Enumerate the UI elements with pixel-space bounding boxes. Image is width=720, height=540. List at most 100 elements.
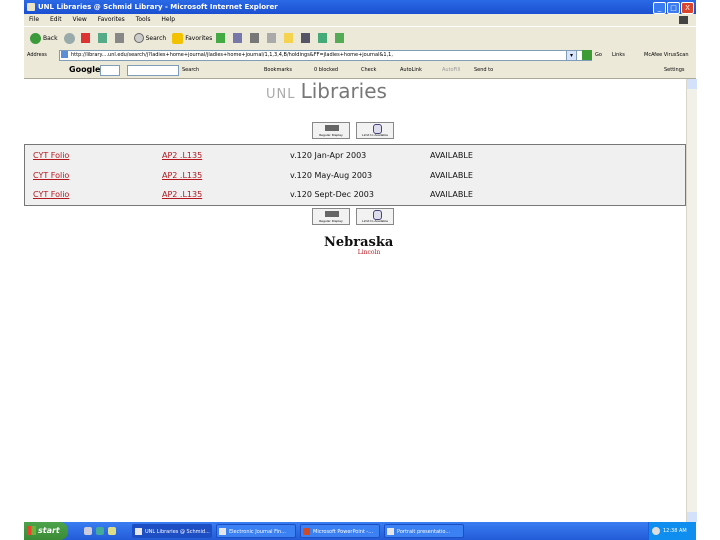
ie-icon bbox=[27, 3, 35, 11]
google-search-input[interactable] bbox=[127, 65, 179, 76]
ie-task-icon bbox=[135, 528, 142, 535]
google-search-button[interactable]: Search bbox=[182, 62, 199, 78]
quick-launch-ie-icon[interactable] bbox=[96, 527, 104, 535]
print-icon[interactable] bbox=[250, 33, 260, 43]
location-link[interactable]: CYT Folio bbox=[33, 146, 69, 166]
mail-icon[interactable] bbox=[233, 33, 243, 43]
google-logo[interactable]: Google bbox=[69, 62, 100, 78]
call-number-link[interactable]: AP2 .L135 bbox=[162, 166, 202, 186]
limit-available-button-bottom[interactable]: Limit to Available bbox=[356, 208, 394, 225]
address-bar: Address http://library....unl.edu/search… bbox=[24, 48, 696, 63]
task-powerpoint[interactable]: Microsoft PowerPoint -... bbox=[300, 524, 380, 538]
settings-button[interactable]: Settings bbox=[664, 62, 685, 78]
display-icon bbox=[325, 211, 339, 217]
google-go-button[interactable] bbox=[100, 65, 120, 76]
address-label: Address bbox=[27, 52, 47, 58]
maximize-button[interactable]: □ bbox=[667, 2, 680, 14]
holdings-table: CYT Folio AP2 .L135 v.120 Jan-Apr 2003 A… bbox=[24, 144, 686, 206]
go-arrow-icon[interactable] bbox=[582, 50, 592, 60]
refresh-icon[interactable] bbox=[97, 33, 107, 43]
logo-prefix: UNL bbox=[266, 87, 296, 102]
go-button[interactable]: Go bbox=[595, 48, 602, 62]
limit-icon bbox=[373, 124, 382, 134]
status-text: AVAILABLE bbox=[430, 171, 473, 180]
menu-view[interactable]: View bbox=[73, 16, 87, 23]
mcafee-button[interactable]: McAfee VirusScan bbox=[644, 48, 689, 62]
task-label: Portrait presentatio... bbox=[397, 529, 451, 535]
minimize-button[interactable]: _ bbox=[653, 2, 666, 14]
vertical-scrollbar[interactable] bbox=[686, 79, 697, 522]
send-to-button[interactable]: Send to bbox=[474, 62, 493, 78]
search-label: Search bbox=[145, 34, 167, 42]
menu-edit[interactable]: Edit bbox=[50, 16, 62, 23]
menu-favorites[interactable]: Favorites bbox=[98, 16, 125, 23]
history-icon[interactable] bbox=[216, 33, 226, 43]
scroll-down-arrow-icon[interactable] bbox=[687, 512, 697, 522]
volume-text: v.120 May-Aug 2003 bbox=[290, 171, 373, 180]
autolink-button[interactable]: AutoLink bbox=[400, 62, 422, 78]
spell-check-button[interactable]: Check bbox=[361, 62, 376, 78]
stop-icon[interactable] bbox=[80, 33, 90, 43]
nebraska-lincoln-logo[interactable]: Nebraska Lincoln bbox=[324, 235, 394, 268]
favorites-button[interactable]: Favorites bbox=[172, 32, 213, 44]
display-icon bbox=[325, 125, 339, 131]
tray-icon[interactable] bbox=[652, 527, 660, 535]
taskbar: start UNL Libraries @ Schmid... Electron… bbox=[24, 522, 696, 540]
document-task-icon bbox=[387, 528, 394, 535]
task-label: Electronic Journal Fin... bbox=[229, 529, 286, 535]
back-button[interactable]: Back bbox=[30, 32, 58, 44]
regular-display-button-bottom[interactable]: Regular Display bbox=[312, 208, 350, 225]
task-portrait-presentation[interactable]: Portrait presentatio... bbox=[384, 524, 464, 538]
search-button[interactable]: Search bbox=[133, 33, 167, 43]
quick-launch-media-icon[interactable] bbox=[108, 527, 116, 535]
status-text: AVAILABLE bbox=[430, 190, 473, 199]
bookmarks-button[interactable]: Bookmarks bbox=[264, 62, 292, 78]
page-icon bbox=[61, 51, 68, 58]
ie-task-icon bbox=[219, 528, 226, 535]
task-label: UNL Libraries @ Schmid... bbox=[145, 529, 210, 535]
home-icon[interactable] bbox=[114, 33, 124, 43]
autofill-button[interactable]: AutoFill bbox=[442, 62, 460, 78]
start-button[interactable]: start bbox=[24, 522, 68, 540]
links-button[interactable]: Links bbox=[612, 48, 625, 62]
regular-display-button[interactable]: Regular Display bbox=[312, 122, 350, 139]
forward-arrow-icon bbox=[63, 32, 75, 44]
task-unl-libraries[interactable]: UNL Libraries @ Schmid... bbox=[132, 524, 212, 538]
windows-logo-icon bbox=[27, 526, 36, 535]
location-link[interactable]: CYT Folio bbox=[33, 166, 69, 186]
close-button[interactable]: X bbox=[681, 2, 694, 14]
menu-help[interactable]: Help bbox=[161, 16, 175, 23]
quick-launch-desktop-icon[interactable] bbox=[84, 527, 92, 535]
title-bar: UNL Libraries @ Schmid Library - Microso… bbox=[24, 0, 696, 14]
window-title: UNL Libraries @ Schmid Library - Microso… bbox=[38, 3, 278, 11]
address-field[interactable]: http://library....unl.edu/search/j?ladie… bbox=[59, 50, 592, 61]
task-label: Microsoft PowerPoint -... bbox=[313, 529, 374, 535]
popup-blocked-button[interactable]: 0 blocked bbox=[314, 62, 338, 78]
google-toolbar: Google Search Bookmarks 0 blocked Check … bbox=[24, 62, 696, 79]
back-label: Back bbox=[43, 34, 58, 42]
limit-available-button[interactable]: Limit to Available bbox=[356, 122, 394, 139]
edit-icon[interactable] bbox=[267, 33, 277, 43]
nebraska-wordmark: Nebraska bbox=[324, 235, 394, 250]
folder-icon[interactable] bbox=[284, 33, 294, 43]
tools-icon[interactable] bbox=[335, 33, 345, 43]
table-row: CYT Folio AP2 .L135 v.120 Sept-Dec 2003 … bbox=[25, 185, 685, 205]
menu-file[interactable]: File bbox=[29, 16, 39, 23]
messenger-icon[interactable] bbox=[318, 33, 328, 43]
research-icon[interactable] bbox=[301, 33, 311, 43]
address-dropdown[interactable]: ▾ bbox=[566, 50, 577, 61]
menu-tools[interactable]: Tools bbox=[136, 16, 151, 23]
regular-display-label: Regular Display bbox=[319, 133, 343, 137]
call-number-link[interactable]: AP2 .L135 bbox=[162, 185, 202, 205]
forward-button[interactable] bbox=[63, 32, 77, 44]
location-link[interactable]: CYT Folio bbox=[33, 185, 69, 205]
start-label: start bbox=[38, 526, 60, 535]
favorites-label: Favorites bbox=[185, 34, 213, 42]
bottom-button-group: Regular Display Limit to Available bbox=[312, 208, 402, 226]
top-button-group: Regular Display Limit to Available bbox=[312, 122, 402, 140]
scroll-up-arrow-icon[interactable] bbox=[687, 79, 697, 89]
status-text: AVAILABLE bbox=[430, 151, 473, 160]
table-row: CYT Folio AP2 .L135 v.120 Jan-Apr 2003 A… bbox=[25, 146, 685, 166]
call-number-link[interactable]: AP2 .L135 bbox=[162, 146, 202, 166]
task-electronic-journal[interactable]: Electronic Journal Fin... bbox=[216, 524, 296, 538]
